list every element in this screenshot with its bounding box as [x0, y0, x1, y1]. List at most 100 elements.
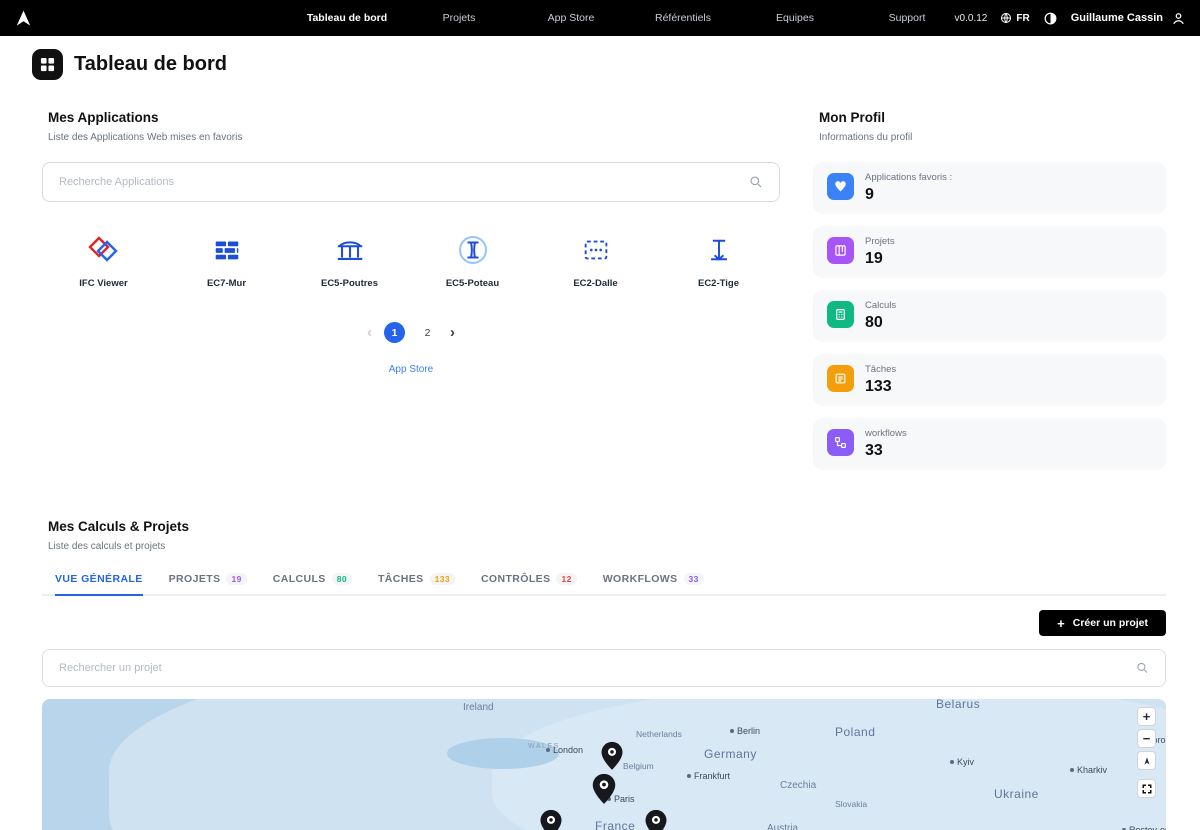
map-label-country: Netherlands — [636, 729, 682, 739]
map-label-city: Kyiv — [950, 757, 974, 767]
app-tile-ec5-poutres[interactable]: EC5-Poutres — [288, 231, 411, 289]
app-label: EC5-Poutres — [321, 278, 378, 289]
map-label-country: Ukraine — [994, 787, 1039, 801]
tab-taches[interactable]: TÂCHES 133 — [378, 565, 455, 596]
applications-search-input[interactable] — [43, 176, 779, 188]
checklist-icon — [827, 365, 854, 392]
user-menu[interactable]: Guillaume Cassin — [1071, 11, 1186, 26]
theme-toggle-icon[interactable] — [1043, 11, 1058, 26]
app-tile-ec2-dalle[interactable]: EC2-Dalle — [534, 231, 657, 289]
nav-item-support[interactable]: Support — [851, 12, 963, 24]
app-tile-ec5-poteau[interactable]: EC5-Poteau — [411, 231, 534, 289]
tab-label: WORKFLOWS — [603, 573, 678, 585]
plus-icon: + — [1057, 617, 1065, 630]
calculs-projets-section: Mes Calculs & Projets Liste des calculs … — [0, 519, 1200, 830]
pagination-next-icon[interactable]: › — [450, 325, 455, 340]
workflow-icon — [827, 429, 854, 456]
tab-workflows[interactable]: WORKFLOWS 33 — [603, 565, 704, 596]
map-label-country: Czechia — [780, 780, 816, 791]
tab-badge: 133 — [430, 573, 455, 585]
city-name: Frankfurt — [694, 771, 730, 781]
nav-item-tableau-de-bord[interactable]: Tableau de bord — [291, 12, 403, 24]
search-icon — [749, 175, 763, 189]
nav-item-projets[interactable]: Projets — [403, 12, 515, 24]
top-navbar: Tableau de bord Projets App Store Référe… — [0, 0, 1200, 36]
tab-vue-generale[interactable]: VUE GÉNÉRALE — [55, 565, 143, 596]
stat-value: 133 — [865, 378, 896, 396]
stat-card-calculs: Calculs 80 — [813, 290, 1166, 342]
map-fullscreen-button[interactable] — [1137, 779, 1156, 798]
map-controls: + − — [1137, 707, 1156, 798]
stat-card-projets: Projets 19 — [813, 226, 1166, 278]
projects-search-input[interactable] — [43, 662, 1165, 674]
calculs-projets-subtitle: Liste des calculs et projets — [48, 541, 1166, 552]
map-zoom-out-button[interactable]: − — [1137, 729, 1156, 748]
map-label-country: France — [595, 819, 635, 830]
app-tile-ifc-viewer[interactable]: IFC Viewer — [42, 231, 165, 289]
app-label: EC7-Mur — [207, 278, 246, 289]
map-marker[interactable] — [541, 810, 562, 830]
create-project-button[interactable]: + Créer un projet — [1039, 610, 1166, 636]
applications-subtitle: Liste des Applications Web mises en favo… — [48, 132, 780, 143]
map-zoom-in-button[interactable]: + — [1137, 707, 1156, 726]
map-label-city: Frankfurt — [687, 771, 730, 781]
tab-projets[interactable]: PROJETS 19 — [169, 565, 247, 596]
projects-search — [42, 649, 1166, 687]
app-tile-ec2-tige[interactable]: EC2-Tige — [657, 231, 780, 289]
city-name: Rostov-on-Don — [1129, 825, 1166, 830]
map-label-country: Ireland — [463, 702, 494, 713]
slab-icon — [579, 231, 613, 269]
dashboard-icon — [32, 49, 63, 80]
stat-value: 19 — [865, 250, 895, 268]
ifc-viewer-icon — [86, 231, 122, 269]
nav-links: Tableau de bord Projets App Store Référe… — [291, 0, 963, 36]
projects-map[interactable]: Ireland WALES Netherlands Belgium German… — [42, 699, 1166, 830]
tab-calculs[interactable]: CALCULS 80 — [273, 565, 352, 596]
app-logo-icon[interactable] — [14, 9, 33, 28]
stat-label: Calculs — [865, 300, 896, 311]
map-landmass — [492, 699, 1166, 830]
tab-controles[interactable]: CONTRÔLES 12 — [481, 565, 577, 596]
user-name: Guillaume Cassin — [1071, 12, 1163, 24]
app-label: EC2-Tige — [698, 278, 739, 289]
applications-grid: IFC Viewer EC7-Mur EC5-Poutres — [42, 231, 780, 289]
applications-section: Mes Applications Liste des Applications … — [42, 110, 780, 470]
app-label: EC5-Poteau — [446, 278, 499, 289]
page-header: Tableau de bord — [0, 36, 1200, 84]
applications-search — [42, 162, 780, 202]
pagination-page-2[interactable]: 2 — [417, 322, 438, 343]
nav-item-app-store[interactable]: App Store — [515, 12, 627, 24]
profile-title: Mon Profil — [819, 110, 1166, 125]
map-label-country: Belgium — [623, 761, 654, 771]
map-marker[interactable] — [602, 742, 623, 775]
stat-card-favoris: Applications favoris : 9 — [813, 162, 1166, 214]
profile-section: Mon Profil Informations du profil Applic… — [813, 110, 1166, 470]
stat-label: workflows — [865, 428, 907, 439]
projects-tabs: VUE GÉNÉRALE PROJETS 19 CALCULS 80 TÂCHE… — [42, 565, 1166, 596]
map-compass-button[interactable] — [1137, 751, 1156, 770]
stat-value: 33 — [865, 442, 907, 460]
nav-item-referentiels[interactable]: Référentiels — [627, 12, 739, 24]
pagination-prev-icon[interactable]: ‹ — [367, 325, 372, 340]
map-marker[interactable] — [646, 810, 667, 830]
app-tile-ec7-mur[interactable]: EC7-Mur — [165, 231, 288, 289]
city-name: Paris — [614, 794, 635, 804]
profile-subtitle: Informations du profil — [819, 132, 1166, 143]
app-label: EC2-Dalle — [573, 278, 617, 289]
kanban-icon — [827, 237, 854, 264]
tab-label: TÂCHES — [378, 573, 424, 585]
pagination-page-1[interactable]: 1 — [384, 322, 405, 343]
column-icon — [456, 231, 490, 269]
nav-item-equipes[interactable]: Equipes — [739, 12, 851, 24]
map-marker[interactable] — [593, 774, 616, 809]
city-name: London — [553, 745, 583, 755]
tab-badge: 33 — [684, 573, 704, 585]
tab-label: PROJETS — [169, 573, 221, 585]
stat-label: Projets — [865, 236, 895, 247]
language-code: FR — [1016, 13, 1029, 24]
search-icon — [1136, 662, 1149, 675]
map-label-city: Berlin — [730, 726, 760, 736]
language-switch[interactable]: FR — [1000, 12, 1029, 24]
app-store-link[interactable]: App Store — [42, 364, 780, 375]
applications-pagination: ‹ 1 2 › — [42, 322, 780, 343]
